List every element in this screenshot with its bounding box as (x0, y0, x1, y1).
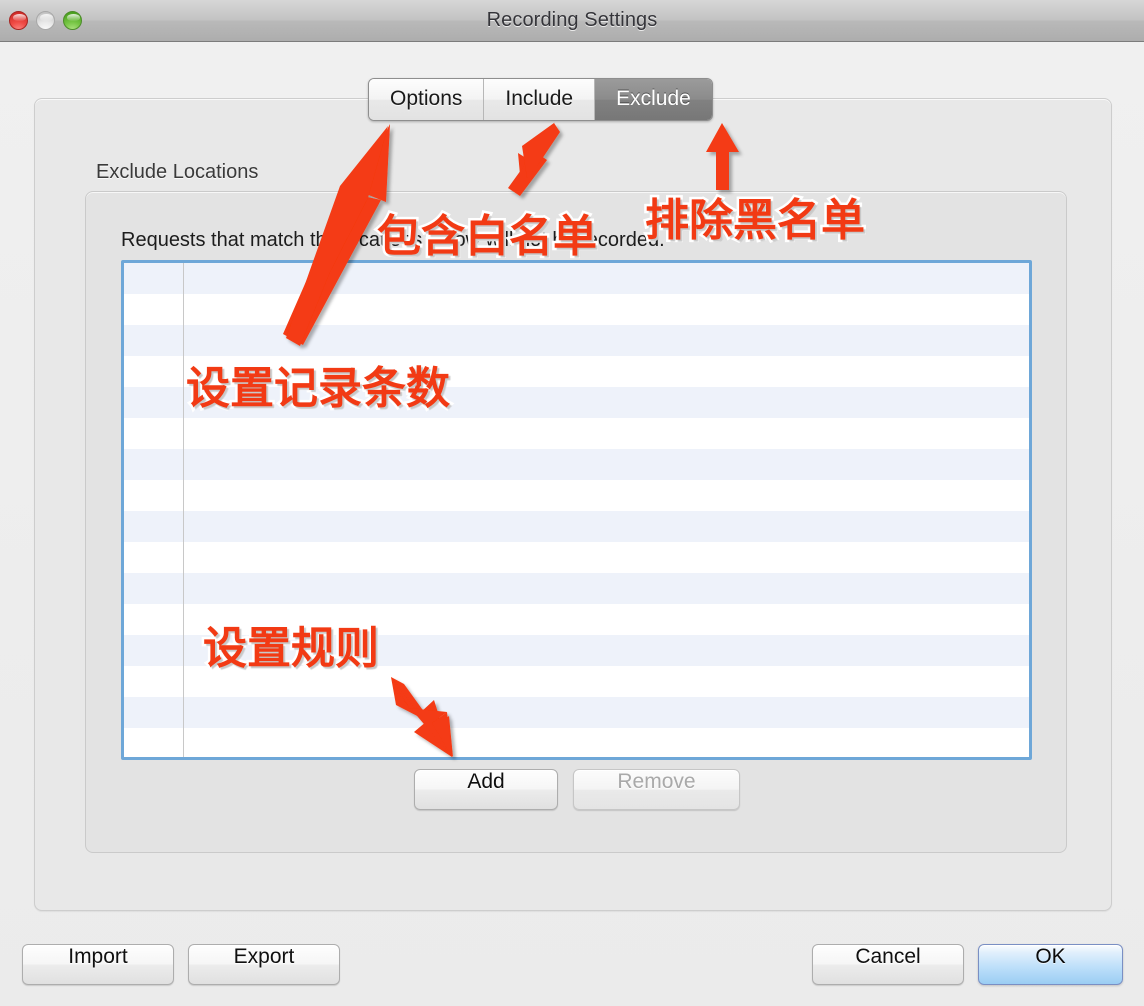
table-row[interactable] (124, 356, 1029, 387)
table-row[interactable] (124, 387, 1029, 418)
table-row[interactable] (124, 511, 1029, 542)
table-row[interactable] (124, 294, 1029, 325)
table-row[interactable] (124, 325, 1029, 356)
window-title: Recording Settings (486, 9, 658, 31)
table-column-divider[interactable] (183, 263, 184, 757)
table-body[interactable] (124, 263, 1029, 757)
tab-include[interactable]: Include (484, 79, 596, 120)
recording-settings-window: Recording Settings Exclude Locations Req… (0, 0, 1144, 1006)
table-row[interactable] (124, 449, 1029, 480)
group-description: Requests that match the locations below … (121, 229, 665, 251)
exclude-locations-table[interactable] (121, 260, 1032, 760)
table-row[interactable] (124, 635, 1029, 666)
table-row[interactable] (124, 666, 1029, 697)
group-box-label: Exclude Locations (96, 161, 259, 183)
tab-options[interactable]: Options (369, 79, 485, 120)
tab-exclude[interactable]: Exclude (595, 79, 712, 120)
table-row[interactable] (124, 480, 1029, 511)
ok-button[interactable]: OK (978, 944, 1123, 985)
table-row[interactable] (124, 418, 1029, 449)
table-row[interactable] (124, 728, 1029, 757)
table-row[interactable] (124, 542, 1029, 573)
title-bar: Recording Settings (0, 0, 1144, 42)
add-button[interactable]: Add (414, 769, 558, 810)
table-row[interactable] (124, 573, 1029, 604)
export-button[interactable]: Export (188, 944, 340, 985)
tab-bar: Options Include Exclude (368, 78, 713, 121)
table-row[interactable] (124, 263, 1029, 294)
import-button[interactable]: Import (22, 944, 174, 985)
cancel-button[interactable]: Cancel (812, 944, 964, 985)
table-row[interactable] (124, 697, 1029, 728)
remove-button: Remove (573, 769, 740, 810)
table-row[interactable] (124, 604, 1029, 635)
